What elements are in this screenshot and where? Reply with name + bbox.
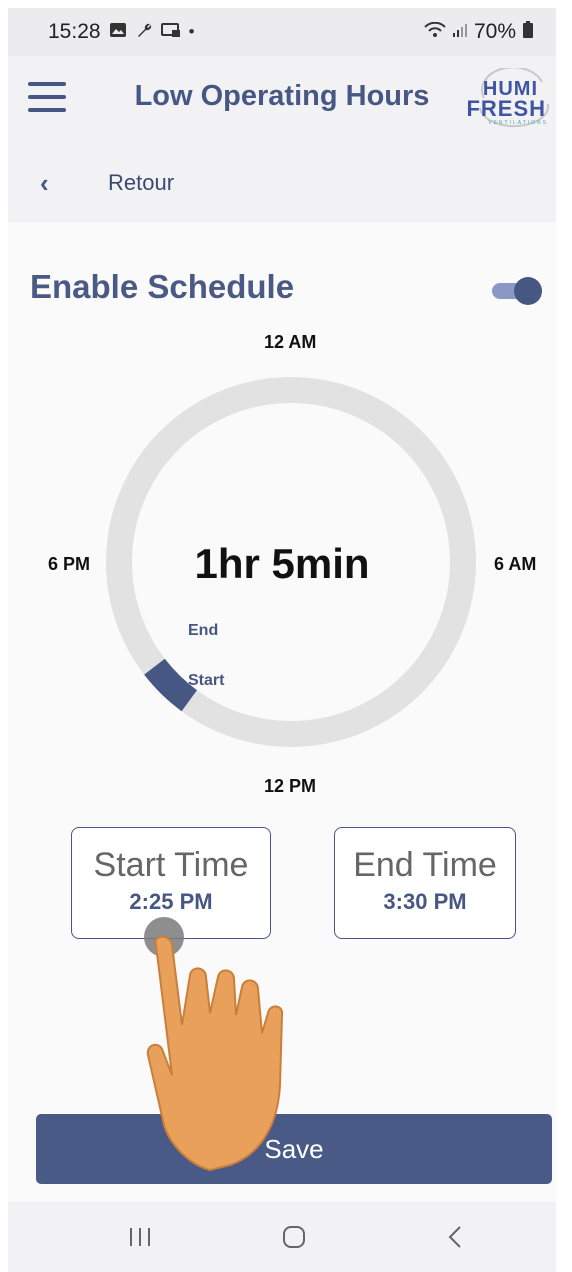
cast-icon bbox=[160, 22, 181, 43]
battery-icon bbox=[522, 20, 534, 44]
start-marker-label: Start bbox=[188, 672, 225, 689]
dial-label-top: 12 AM bbox=[264, 332, 317, 352]
status-bar: 15:28 • 70% bbox=[8, 8, 556, 56]
tap-hand-icon bbox=[144, 917, 284, 1172]
back-bar: ‹ Retour bbox=[8, 142, 556, 222]
app-bar: Low Operating Hours HUMI FRESH VENTILATI… bbox=[8, 56, 556, 142]
image-icon bbox=[109, 22, 127, 43]
status-time: 15:28 bbox=[48, 20, 101, 43]
end-marker-label: End bbox=[188, 622, 219, 639]
chevron-left-icon[interactable]: ‹ bbox=[40, 168, 49, 199]
logo-text-bottom: FRESH bbox=[466, 96, 546, 121]
back-icon[interactable] bbox=[436, 1222, 476, 1252]
dot-icon: • bbox=[188, 22, 195, 41]
back-link[interactable]: Retour bbox=[108, 170, 174, 196]
home-icon[interactable] bbox=[274, 1222, 314, 1252]
end-time-button[interactable]: End Time 3:30 PM bbox=[334, 827, 516, 939]
end-time-title: End Time bbox=[353, 846, 497, 884]
start-time-title: Start Time bbox=[93, 846, 249, 884]
status-left: 15:28 • bbox=[48, 20, 195, 44]
wrench-icon bbox=[135, 21, 153, 44]
dial-active-arc bbox=[144, 658, 198, 712]
battery-percent: 70% bbox=[473, 20, 516, 43]
dial-label-bottom: 12 PM bbox=[264, 776, 317, 796]
signal-icon bbox=[452, 22, 468, 43]
logo-subtext: VENTILATIONS bbox=[488, 120, 548, 126]
schedule-dial[interactable] bbox=[8, 222, 556, 822]
status-right: 70% bbox=[424, 20, 534, 44]
wifi-icon bbox=[424, 21, 446, 43]
start-time-value: 2:25 PM bbox=[129, 889, 213, 914]
system-nav-bar bbox=[8, 1202, 556, 1272]
duration-text: 1hr 5min bbox=[194, 540, 370, 587]
recent-apps-icon[interactable] bbox=[120, 1222, 160, 1252]
humifresh-logo: HUMI FRESH VENTILATIONS bbox=[466, 68, 552, 128]
end-time-value: 3:30 PM bbox=[383, 889, 467, 914]
